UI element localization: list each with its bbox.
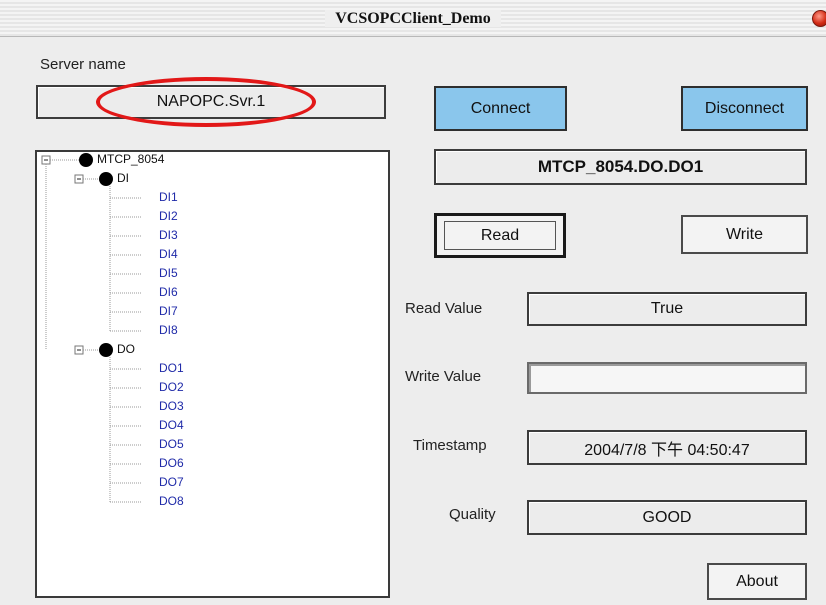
tree-item-do6[interactable]: DO6 bbox=[159, 456, 184, 470]
tree-item-di5[interactable]: DI5 bbox=[159, 266, 178, 280]
selected-item-display: MTCP_8054.DO.DO1 bbox=[434, 149, 807, 185]
write-value-input[interactable] bbox=[527, 362, 807, 394]
tree-root-node-icon bbox=[79, 153, 93, 167]
tree-group-do-node-icon bbox=[99, 343, 113, 357]
tree-item-do1[interactable]: DO1 bbox=[159, 361, 184, 375]
title-bar[interactable]: VCSOPCClient_Demo bbox=[0, 0, 826, 37]
window-title: VCSOPCClient_Demo bbox=[0, 10, 826, 28]
tree-root-label[interactable]: MTCP_8054 bbox=[97, 152, 164, 166]
tree-item-di6[interactable]: DI6 bbox=[159, 285, 178, 299]
disconnect-button[interactable]: Disconnect bbox=[681, 86, 808, 131]
tree-item-do5[interactable]: DO5 bbox=[159, 437, 184, 451]
read-button-label: Read bbox=[444, 221, 556, 250]
connect-button[interactable]: Connect bbox=[434, 86, 567, 131]
close-icon[interactable] bbox=[812, 10, 826, 27]
server-name-label: Server name bbox=[40, 56, 126, 73]
read-value-label: Read Value bbox=[405, 300, 483, 317]
tree-item-do2[interactable]: DO2 bbox=[159, 380, 184, 394]
about-button[interactable]: About bbox=[707, 563, 807, 600]
tree-item-di2[interactable]: DI2 bbox=[159, 209, 178, 223]
read-button[interactable]: Read bbox=[434, 213, 566, 258]
tree-connector-lines bbox=[41, 153, 142, 503]
write-value-label: Write Value bbox=[405, 368, 482, 385]
app-window: VCSOPCClient_Demo Server name NAPOPC.Svr… bbox=[0, 0, 826, 605]
tree-item-do7[interactable]: DO7 bbox=[159, 475, 184, 489]
tree-item-di8[interactable]: DI8 bbox=[159, 323, 178, 337]
tree-item-do4[interactable]: DO4 bbox=[159, 418, 184, 432]
read-value-field: True bbox=[527, 292, 807, 326]
tag-tree-view[interactable]: MTCP_8054 DI DI1 DI2 DI3 DI4 DI5 DI6 DI7 DI8 DO DO1… bbox=[35, 150, 390, 598]
tree-group-di-label[interactable]: DI bbox=[117, 171, 129, 185]
tree-item-di7[interactable]: DI7 bbox=[159, 304, 178, 318]
write-button[interactable]: Write bbox=[681, 215, 808, 254]
tree-item-do3[interactable]: DO3 bbox=[159, 399, 184, 413]
tree-item-di1[interactable]: DI1 bbox=[159, 190, 178, 204]
quality-label: Quality bbox=[449, 506, 496, 523]
timestamp-label: Timestamp bbox=[413, 437, 487, 454]
tree-group-do-label[interactable]: DO bbox=[117, 342, 135, 356]
quality-field: GOOD bbox=[527, 500, 807, 535]
timestamp-field: 2004/7/8 下午 04:50:47 bbox=[527, 430, 807, 465]
server-name-highlight-ellipse bbox=[96, 77, 316, 127]
tree-item-di3[interactable]: DI3 bbox=[159, 228, 178, 242]
tree-item-di4[interactable]: DI4 bbox=[159, 247, 178, 261]
tree-item-do8[interactable]: DO8 bbox=[159, 494, 184, 508]
tree-group-di-node-icon bbox=[99, 172, 113, 186]
